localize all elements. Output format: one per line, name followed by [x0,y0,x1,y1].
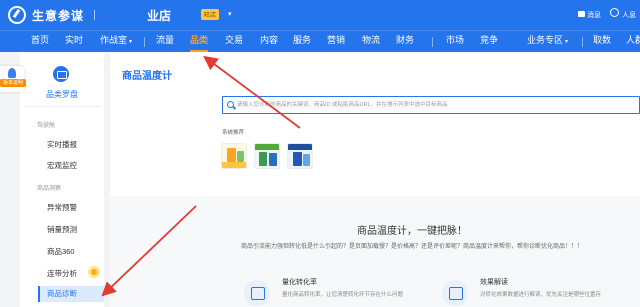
user-link[interactable]: 人息 [622,10,636,20]
category-compass-title[interactable]: 品类罗盘 [20,89,104,100]
user-icon[interactable] [610,8,619,17]
version-notes-label: 版本说明 [0,79,26,87]
sidebar-item-product-diagnosis[interactable]: 商品诊断 [38,286,104,302]
feature-title-conversion: 量化转化率 [282,279,317,286]
nav-item-data-fetch[interactable]: 取数 [593,31,611,52]
store-name[interactable]: 业店 [147,7,171,24]
nav-item-trade[interactable]: 交易 [225,31,243,52]
messages-link[interactable]: 消息 [587,10,601,20]
conversion-box-icon [244,280,270,306]
report-document-icon [442,280,468,306]
chevron-down-icon[interactable]: ▾ [228,10,232,18]
active-indicator [38,286,40,302]
top-bar [0,0,640,30]
feature-desc-interpretation: 对转化效果数据进行解读，优先关注是哪些位置存 [480,292,602,298]
nav-divider [432,37,433,47]
sidebar-item-anomaly-alert[interactable]: 异常预警 [47,202,77,213]
nav-item-realtime[interactable]: 实时 [65,31,83,52]
compass-icon [53,66,69,82]
feature-title-interpretation: 效果解读 [480,279,508,286]
new-feature-dot-icon [88,266,100,278]
recommended-product-thumbnail[interactable] [221,143,247,169]
nav-item-crowd[interactable]: 人群 [626,31,640,52]
message-icon[interactable] [578,11,585,17]
nav-item-home[interactable]: 首页 [31,31,49,52]
nav-item-competition[interactable]: 竞争 [480,31,498,52]
sidebar-group-cockpit: 驾驶舱 [37,123,56,129]
nav-item-content[interactable]: 内容 [260,31,278,52]
store-badge: 旺店 [201,9,220,20]
search-icon[interactable] [227,101,234,108]
nav-item-marketing[interactable]: 营销 [327,31,345,52]
nav-item-finance[interactable]: 财务 [396,31,414,52]
nav-item-traffic[interactable]: 流量 [156,31,174,52]
sidebar-item-association-analysis[interactable]: 连带分析 [47,268,77,279]
compass-logo-icon[interactable] [8,6,26,24]
sidebar-item-realtime-broadcast[interactable]: 实时播报 [47,139,77,150]
recommended-product-thumbnail[interactable] [287,143,313,169]
intro-description: 商品引流能力强但转化低是什么引起的？是页面加载慢？是价格高？还是评价差呢？商品温… [240,244,583,250]
sidebar-item-macro-monitor[interactable]: 宏观监控 [47,160,77,171]
intro-slogan: 商品温度计，一键把脉！ [357,226,467,237]
nav-item-category[interactable]: 品类 [190,31,209,52]
nav-item-service[interactable]: 服务 [293,31,311,52]
nav-item-business-zone[interactable]: 业务专区 ▾ [527,31,568,52]
nav-item-war-room[interactable]: 作战室 ▾ [100,31,132,52]
nav-item-market[interactable]: 市场 [446,31,464,52]
recommended-product-thumbnail[interactable] [254,143,280,169]
nav-divider [582,37,583,47]
chevron-down-icon: ▾ [129,39,133,45]
main-nav: 首页 实时 作战室 ▾ 流量 品类 交易 内容 服务 营销 物流 财务 市场 竞争… [0,30,640,52]
page-title: 商品温度计 [122,71,172,82]
rocket-icon [8,68,16,78]
sidebar-item-sales-forecast[interactable]: 销量预测 [47,224,77,235]
divider [24,106,100,107]
sidebar-group-product-insight: 商品洞察 [37,186,62,192]
nav-item-logistics[interactable]: 物流 [362,31,380,52]
brand-divider [94,10,95,20]
brand-title[interactable]: 生意参谋 [32,7,84,24]
feature-desc-conversion: 量化商品转化率，让您清楚转化环节存在什么问题 [282,292,404,298]
sidebar-item-product-360[interactable]: 商品360 [47,246,75,257]
chevron-down-icon: ▾ [565,39,569,45]
nav-divider [144,37,145,47]
product-search-box[interactable] [222,96,640,114]
system-recommend-label: 系统推荐 [222,130,245,136]
product-search-input[interactable] [237,98,637,112]
